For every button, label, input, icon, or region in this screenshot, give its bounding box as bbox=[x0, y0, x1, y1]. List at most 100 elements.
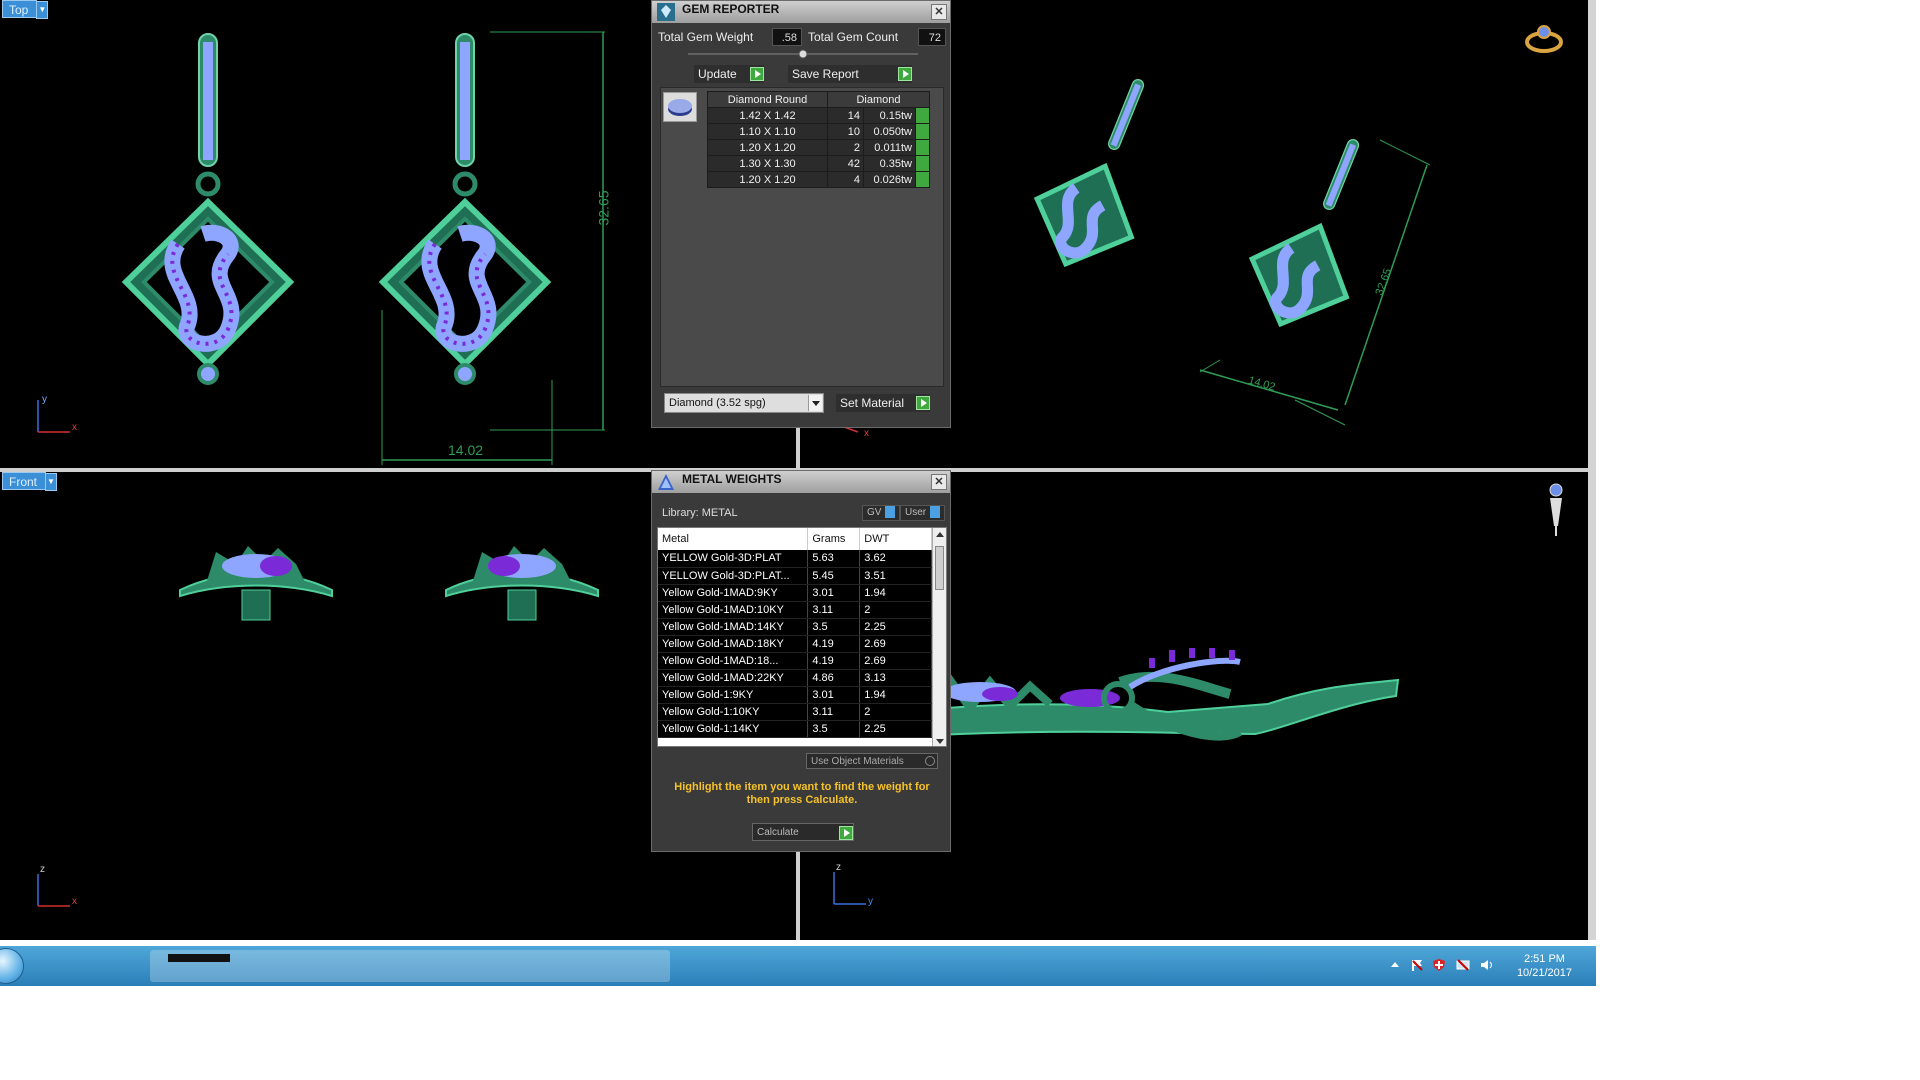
metal-grams: 3.01 bbox=[807, 686, 861, 704]
table-row[interactable]: Yellow Gold-1MAD:10KY 3.11 2 bbox=[658, 601, 932, 619]
save-report-button-label: Save Report bbox=[792, 67, 859, 81]
metal-table-container[interactable]: Metal Grams DWT YELLOW Gold-3D:PLAT 5.63 3… bbox=[657, 527, 947, 747]
gem-row[interactable]: 1.20 X 1.20 2 0.011tw bbox=[707, 139, 930, 156]
table-row[interactable]: Yellow Gold-1MAD:18... 4.19 2.69 bbox=[658, 652, 932, 670]
library-label: Library: METAL bbox=[662, 507, 738, 519]
gem-divider-slider[interactable] bbox=[688, 49, 918, 59]
gem-row-go-button[interactable] bbox=[915, 139, 930, 156]
scroll-thumb[interactable] bbox=[935, 546, 944, 590]
gem-size: 1.42 X 1.42 bbox=[707, 107, 828, 124]
metal-name: Yellow Gold-1:10KY bbox=[658, 703, 809, 721]
gem-reporter-title: GEM REPORTER bbox=[682, 2, 780, 16]
save-report-button[interactable]: Save Report bbox=[788, 65, 912, 83]
close-icon[interactable]: ✕ bbox=[931, 474, 947, 490]
table-row[interactable]: Yellow Gold-1MAD:18KY 4.19 2.69 bbox=[658, 635, 932, 653]
total-gem-weight-value: .58 bbox=[772, 28, 802, 46]
table-row[interactable]: Yellow Gold-1MAD:9KY 3.01 1.94 bbox=[658, 584, 932, 602]
metal-grams: 4.19 bbox=[807, 652, 861, 670]
gem-row[interactable]: 1.42 X 1.42 14 0.15tw bbox=[707, 107, 930, 124]
update-button[interactable]: Update bbox=[694, 65, 764, 83]
set-material-button[interactable]: Set Material bbox=[836, 394, 930, 412]
metal-dwt: 2.69 bbox=[859, 652, 932, 670]
gem-row-go-button[interactable] bbox=[915, 123, 930, 140]
toggle-circle-icon bbox=[925, 756, 935, 766]
front-axis-x-label: x bbox=[72, 896, 77, 907]
metal-name: Yellow Gold-1MAD:14KY bbox=[658, 618, 809, 636]
table-row[interactable]: YELLOW Gold-3D:PLAT 5.63 3.62 bbox=[658, 550, 932, 568]
table-row[interactable]: Yellow Gold-1:10KY 3.11 2 bbox=[658, 703, 932, 721]
metal-grams: 4.86 bbox=[807, 669, 861, 687]
gem-reporter-panel[interactable]: GEM REPORTER ✕ Total Gem Weight .58 Tota… bbox=[651, 0, 951, 428]
metal-dwt: 3.13 bbox=[859, 669, 932, 687]
gem-table-header: Diamond Round Diamond bbox=[707, 91, 930, 108]
metal-dwt: 1.94 bbox=[859, 686, 932, 704]
calculate-button[interactable]: Calculate bbox=[752, 823, 854, 841]
material-select-value: Diamond (3.52 spg) bbox=[669, 397, 766, 409]
table-row[interactable]: Yellow Gold-1:9KY 3.01 1.94 bbox=[658, 686, 932, 704]
metal-name: Yellow Gold-1MAD:10KY bbox=[658, 601, 809, 619]
clock-time: 2:51 PM bbox=[1523, 953, 1565, 965]
gem-row-go-button[interactable] bbox=[915, 107, 930, 124]
volume-icon[interactable] bbox=[1480, 958, 1494, 972]
metal-grams: 4.19 bbox=[807, 635, 861, 653]
table-row[interactable]: Yellow Gold-1MAD:14KY 3.5 2.25 bbox=[658, 618, 932, 636]
material-select[interactable]: Diamond (3.52 spg) bbox=[664, 393, 824, 413]
shield-icon[interactable] bbox=[1432, 958, 1446, 972]
gem-row-go-button[interactable] bbox=[915, 155, 930, 172]
metal-name: YELLOW Gold-3D:PLAT... bbox=[658, 567, 809, 585]
metal-name: YELLOW Gold-3D:PLAT bbox=[658, 550, 809, 568]
table-row[interactable]: YELLOW Gold-3D:PLAT... 5.45 3.51 bbox=[658, 567, 932, 585]
gem-count: 2 bbox=[827, 139, 864, 156]
metal-name: Yellow Gold-1MAD:18... bbox=[658, 652, 809, 670]
gem-weight: 0.050tw bbox=[863, 123, 916, 140]
action-center-flag-icon[interactable] bbox=[1410, 958, 1424, 972]
clock-date: 10/21/2017 bbox=[1516, 967, 1572, 979]
gem-col-shape: Diamond Round bbox=[707, 91, 828, 108]
metal-col-name[interactable]: Metal bbox=[658, 528, 809, 550]
start-button[interactable] bbox=[0, 948, 24, 984]
metal-weights-titlebar[interactable]: METAL WEIGHTS ✕ bbox=[652, 471, 950, 493]
pendant-view-icon[interactable] bbox=[1544, 482, 1568, 538]
scroll-up-icon[interactable] bbox=[936, 532, 944, 537]
metal-col-grams[interactable]: Grams bbox=[807, 528, 861, 550]
metal-name: Yellow Gold-1:14KY bbox=[658, 720, 809, 738]
total-gem-count-label: Total Gem Count bbox=[808, 30, 899, 44]
gem-row-go-button[interactable] bbox=[915, 171, 930, 188]
metal-table-scrollbar[interactable] bbox=[932, 528, 946, 746]
metal-grams: 3.01 bbox=[807, 584, 861, 602]
gem-row[interactable]: 1.20 X 1.20 4 0.026tw bbox=[707, 171, 930, 188]
system-clock[interactable]: 2:51 PM 10/21/2017 bbox=[1517, 952, 1572, 980]
chevron-down-icon[interactable] bbox=[808, 395, 822, 411]
table-row[interactable]: Yellow Gold-1:14KY 3.5 2.25 bbox=[658, 720, 932, 738]
gem-reporter-titlebar[interactable]: GEM REPORTER ✕ bbox=[652, 1, 950, 23]
gem-row[interactable]: 1.10 X 1.10 10 0.050tw bbox=[707, 123, 930, 140]
metal-grams: 5.63 bbox=[807, 550, 861, 568]
gem-count: 4 bbox=[827, 171, 864, 188]
gem-size: 1.10 X 1.10 bbox=[707, 123, 828, 140]
metal-name: Yellow Gold-1MAD:22KY bbox=[658, 669, 809, 687]
metal-name: Yellow Gold-1MAD:9KY bbox=[658, 584, 809, 602]
gem-size: 1.30 X 1.30 bbox=[707, 155, 828, 172]
gv-toggle[interactable]: GV bbox=[862, 505, 901, 521]
gem-count: 42 bbox=[827, 155, 864, 172]
metal-col-dwt[interactable]: DWT bbox=[859, 528, 932, 550]
gem-row[interactable]: 1.30 X 1.30 42 0.35tw bbox=[707, 155, 930, 172]
network-icon[interactable] bbox=[1456, 958, 1470, 972]
taskbar-app-item[interactable] bbox=[168, 954, 230, 962]
gem-weight: 0.026tw bbox=[863, 171, 916, 188]
gem-reporter-icon bbox=[657, 3, 675, 21]
update-button-label: Update bbox=[698, 67, 737, 81]
use-object-materials-button[interactable]: Use Object Materials bbox=[806, 753, 938, 769]
scroll-down-icon[interactable] bbox=[936, 739, 944, 744]
dimension-width-label: 14.02 bbox=[448, 442, 484, 458]
ring-view-icon[interactable] bbox=[1524, 22, 1566, 56]
show-hidden-icons-icon[interactable] bbox=[1388, 958, 1402, 972]
gem-thumbnail[interactable] bbox=[663, 92, 697, 122]
table-row[interactable]: Yellow Gold-1MAD:22KY 4.86 3.13 bbox=[658, 669, 932, 687]
user-toggle[interactable]: User bbox=[900, 505, 946, 521]
total-gem-weight-label: Total Gem Weight bbox=[658, 30, 754, 44]
close-icon[interactable]: ✕ bbox=[931, 4, 947, 20]
gem-list[interactable]: Diamond Round Diamond 1.42 X 1.42 14 0.1… bbox=[660, 87, 944, 387]
play-icon bbox=[750, 67, 764, 81]
metal-weights-panel[interactable]: METAL WEIGHTS ✕ Library: METAL GV User M… bbox=[651, 470, 951, 852]
